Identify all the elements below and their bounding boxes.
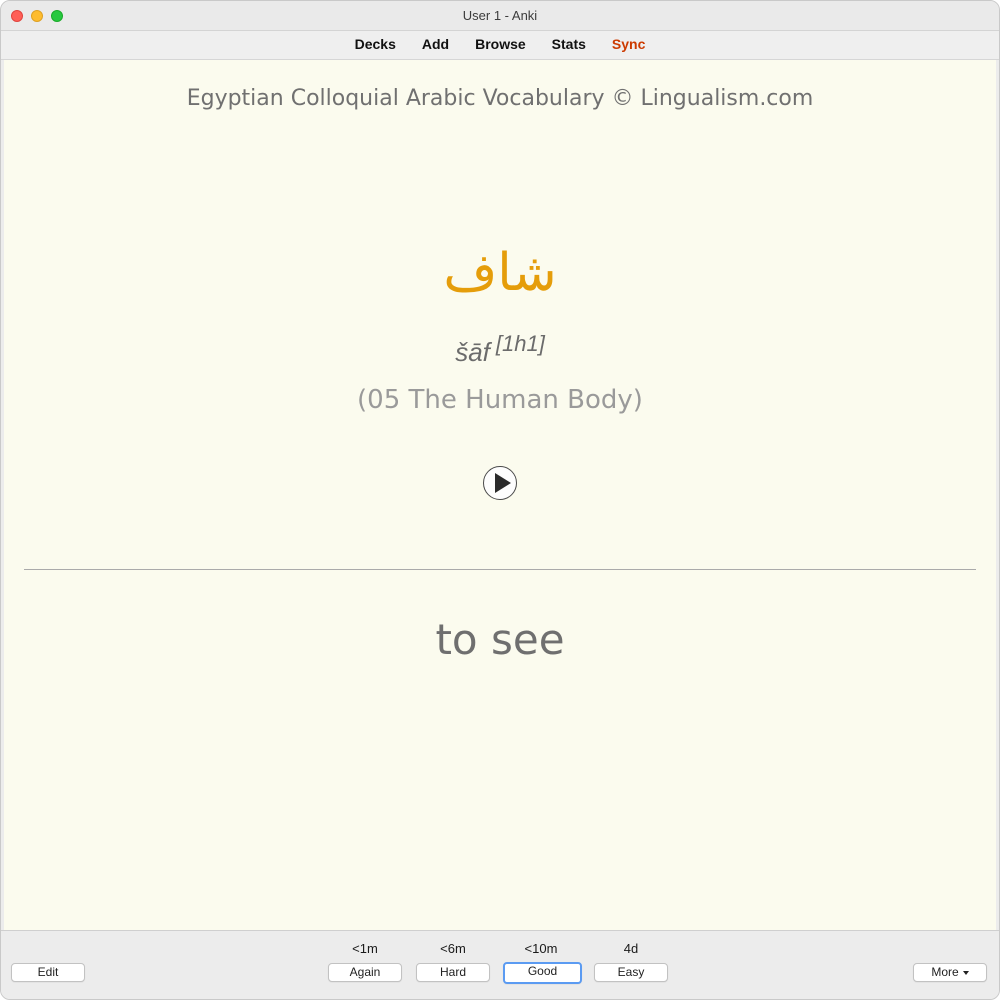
sync-link[interactable]: Sync xyxy=(599,36,658,52)
stats-link[interactable]: Stats xyxy=(539,36,599,52)
easy-interval: 4d xyxy=(623,941,639,956)
category-label: (05 The Human Body) xyxy=(357,385,643,415)
hard-interval: <6m xyxy=(440,941,466,956)
review-bottom-bar: Edit <1m Again <6m Hard <10m Good 4d Eas… xyxy=(1,930,999,999)
toolbar-nav: Decks Add Browse Stats Sync xyxy=(342,36,659,52)
hard-button[interactable]: Hard xyxy=(416,963,490,982)
more-button[interactable]: More xyxy=(913,963,987,982)
play-icon xyxy=(495,473,511,493)
answer-divider xyxy=(24,569,976,570)
chevron-down-icon xyxy=(962,970,969,975)
good-interval: <10m xyxy=(524,941,558,956)
decks-link[interactable]: Decks xyxy=(342,36,409,52)
transliteration: šāf xyxy=(455,337,490,367)
browse-link[interactable]: Browse xyxy=(462,36,539,52)
again-interval: <1m xyxy=(352,941,378,956)
good-button[interactable]: Good xyxy=(503,962,582,984)
play-audio-button[interactable] xyxy=(483,466,517,500)
window-title: User 1 - Anki xyxy=(462,8,538,23)
add-link[interactable]: Add xyxy=(409,36,462,52)
card-view: Egyptian Colloquial Arabic Vocabulary © … xyxy=(4,60,996,930)
title-bar: User 1 - Anki xyxy=(1,1,999,31)
verb-class: [1h1] xyxy=(495,331,545,356)
answer-text: to see xyxy=(435,615,565,664)
main-toolbar: Decks Add Browse Stats Sync xyxy=(1,31,999,60)
more-button-label: More xyxy=(931,965,959,979)
edit-button[interactable]: Edit xyxy=(11,963,85,982)
easy-button[interactable]: Easy xyxy=(594,963,668,982)
transliteration-line: šāf [1h1] xyxy=(4,331,996,368)
arabic-word: شاف xyxy=(443,243,557,303)
anki-window: User 1 - Anki Decks Add Browse Stats Syn… xyxy=(0,0,1000,1000)
deck-title: Egyptian Colloquial Arabic Vocabulary © … xyxy=(186,86,814,111)
again-button[interactable]: Again xyxy=(328,963,402,982)
